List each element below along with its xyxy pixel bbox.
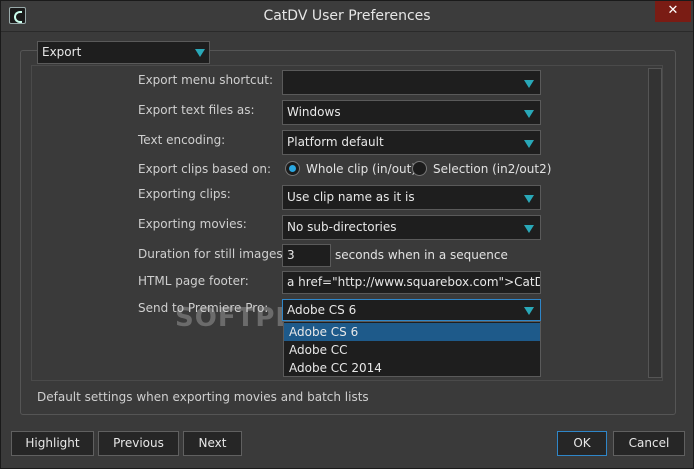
chevron-down-icon [524,195,534,203]
option-adobe-cc[interactable]: Adobe CC [284,341,540,359]
title-bar: CatDV User Preferences ✕ [1,1,693,32]
highlight-button[interactable]: Highlight [11,431,94,456]
text-encoding-label: Text encoding: [138,133,226,147]
chevron-down-icon [524,80,534,88]
option-adobe-cc-2014[interactable]: Adobe CC 2014 [284,359,540,377]
export-menu-shortcut-label: Export menu shortcut: [138,73,273,87]
exporting-movies-label: Exporting movies: [138,217,247,231]
premiere-options-list: Adobe CS 6 Adobe CC Adobe CC 2014 [283,321,541,377]
preferences-window: CatDV User Preferences ✕ Export Export m… [0,0,694,469]
chevron-down-icon [524,140,534,148]
duration-input[interactable]: 3 [282,244,331,267]
exporting-clips-label: Exporting clips: [138,187,231,201]
selection-radio[interactable] [412,161,427,176]
cancel-button[interactable]: Cancel [613,431,685,456]
vertical-scrollbar[interactable] [648,68,662,378]
whole-clip-radio-label: Whole clip (in/out) [306,162,417,176]
window-title: CatDV User Preferences [263,8,431,24]
chevron-down-icon [524,307,534,315]
close-button[interactable]: ✕ [655,1,691,22]
export-clips-based-on-label: Export clips based on: [138,162,272,176]
option-adobe-cs6[interactable]: Adobe CS 6 [284,323,540,341]
next-button[interactable]: Next [183,431,242,456]
category-dropdown-value: Export [42,45,82,59]
export-text-files-label: Export text files as: [138,103,255,117]
html-page-footer-label: HTML page footer: [138,274,249,288]
chevron-down-icon [195,49,205,57]
text-encoding-value: Platform default [287,135,384,149]
export-menu-shortcut-dropdown[interactable] [282,70,541,95]
send-to-premiere-dropdown[interactable]: Adobe CS 6 [282,299,541,321]
previous-button[interactable]: Previous [98,431,179,456]
send-to-premiere-value: Adobe CS 6 [287,303,357,317]
ok-button[interactable]: OK [557,431,607,456]
html-footer-input[interactable]: a href="http://www.squarebox.com">CatDV<… [282,271,541,294]
exporting-clips-value: Use clip name as it is [287,190,415,204]
status-description: Default settings when exporting movies a… [37,390,369,404]
chevron-down-icon [524,110,534,118]
duration-suffix: seconds when in a sequence [335,248,508,262]
export-text-files-value: Windows [287,105,341,119]
whole-clip-radio[interactable] [285,161,300,176]
selection-radio-label: Selection (in2/out2) [433,162,552,176]
exporting-movies-value: No sub-directories [287,220,397,234]
exporting-movies-dropdown[interactable]: No sub-directories [282,215,541,240]
text-encoding-dropdown[interactable]: Platform default [282,130,541,155]
duration-still-images-label: Duration for still images: [138,247,287,261]
category-dropdown[interactable]: Export [37,41,210,64]
chevron-down-icon [524,225,534,233]
export-text-files-dropdown[interactable]: Windows [282,100,541,125]
exporting-clips-dropdown[interactable]: Use clip name as it is [282,185,541,210]
